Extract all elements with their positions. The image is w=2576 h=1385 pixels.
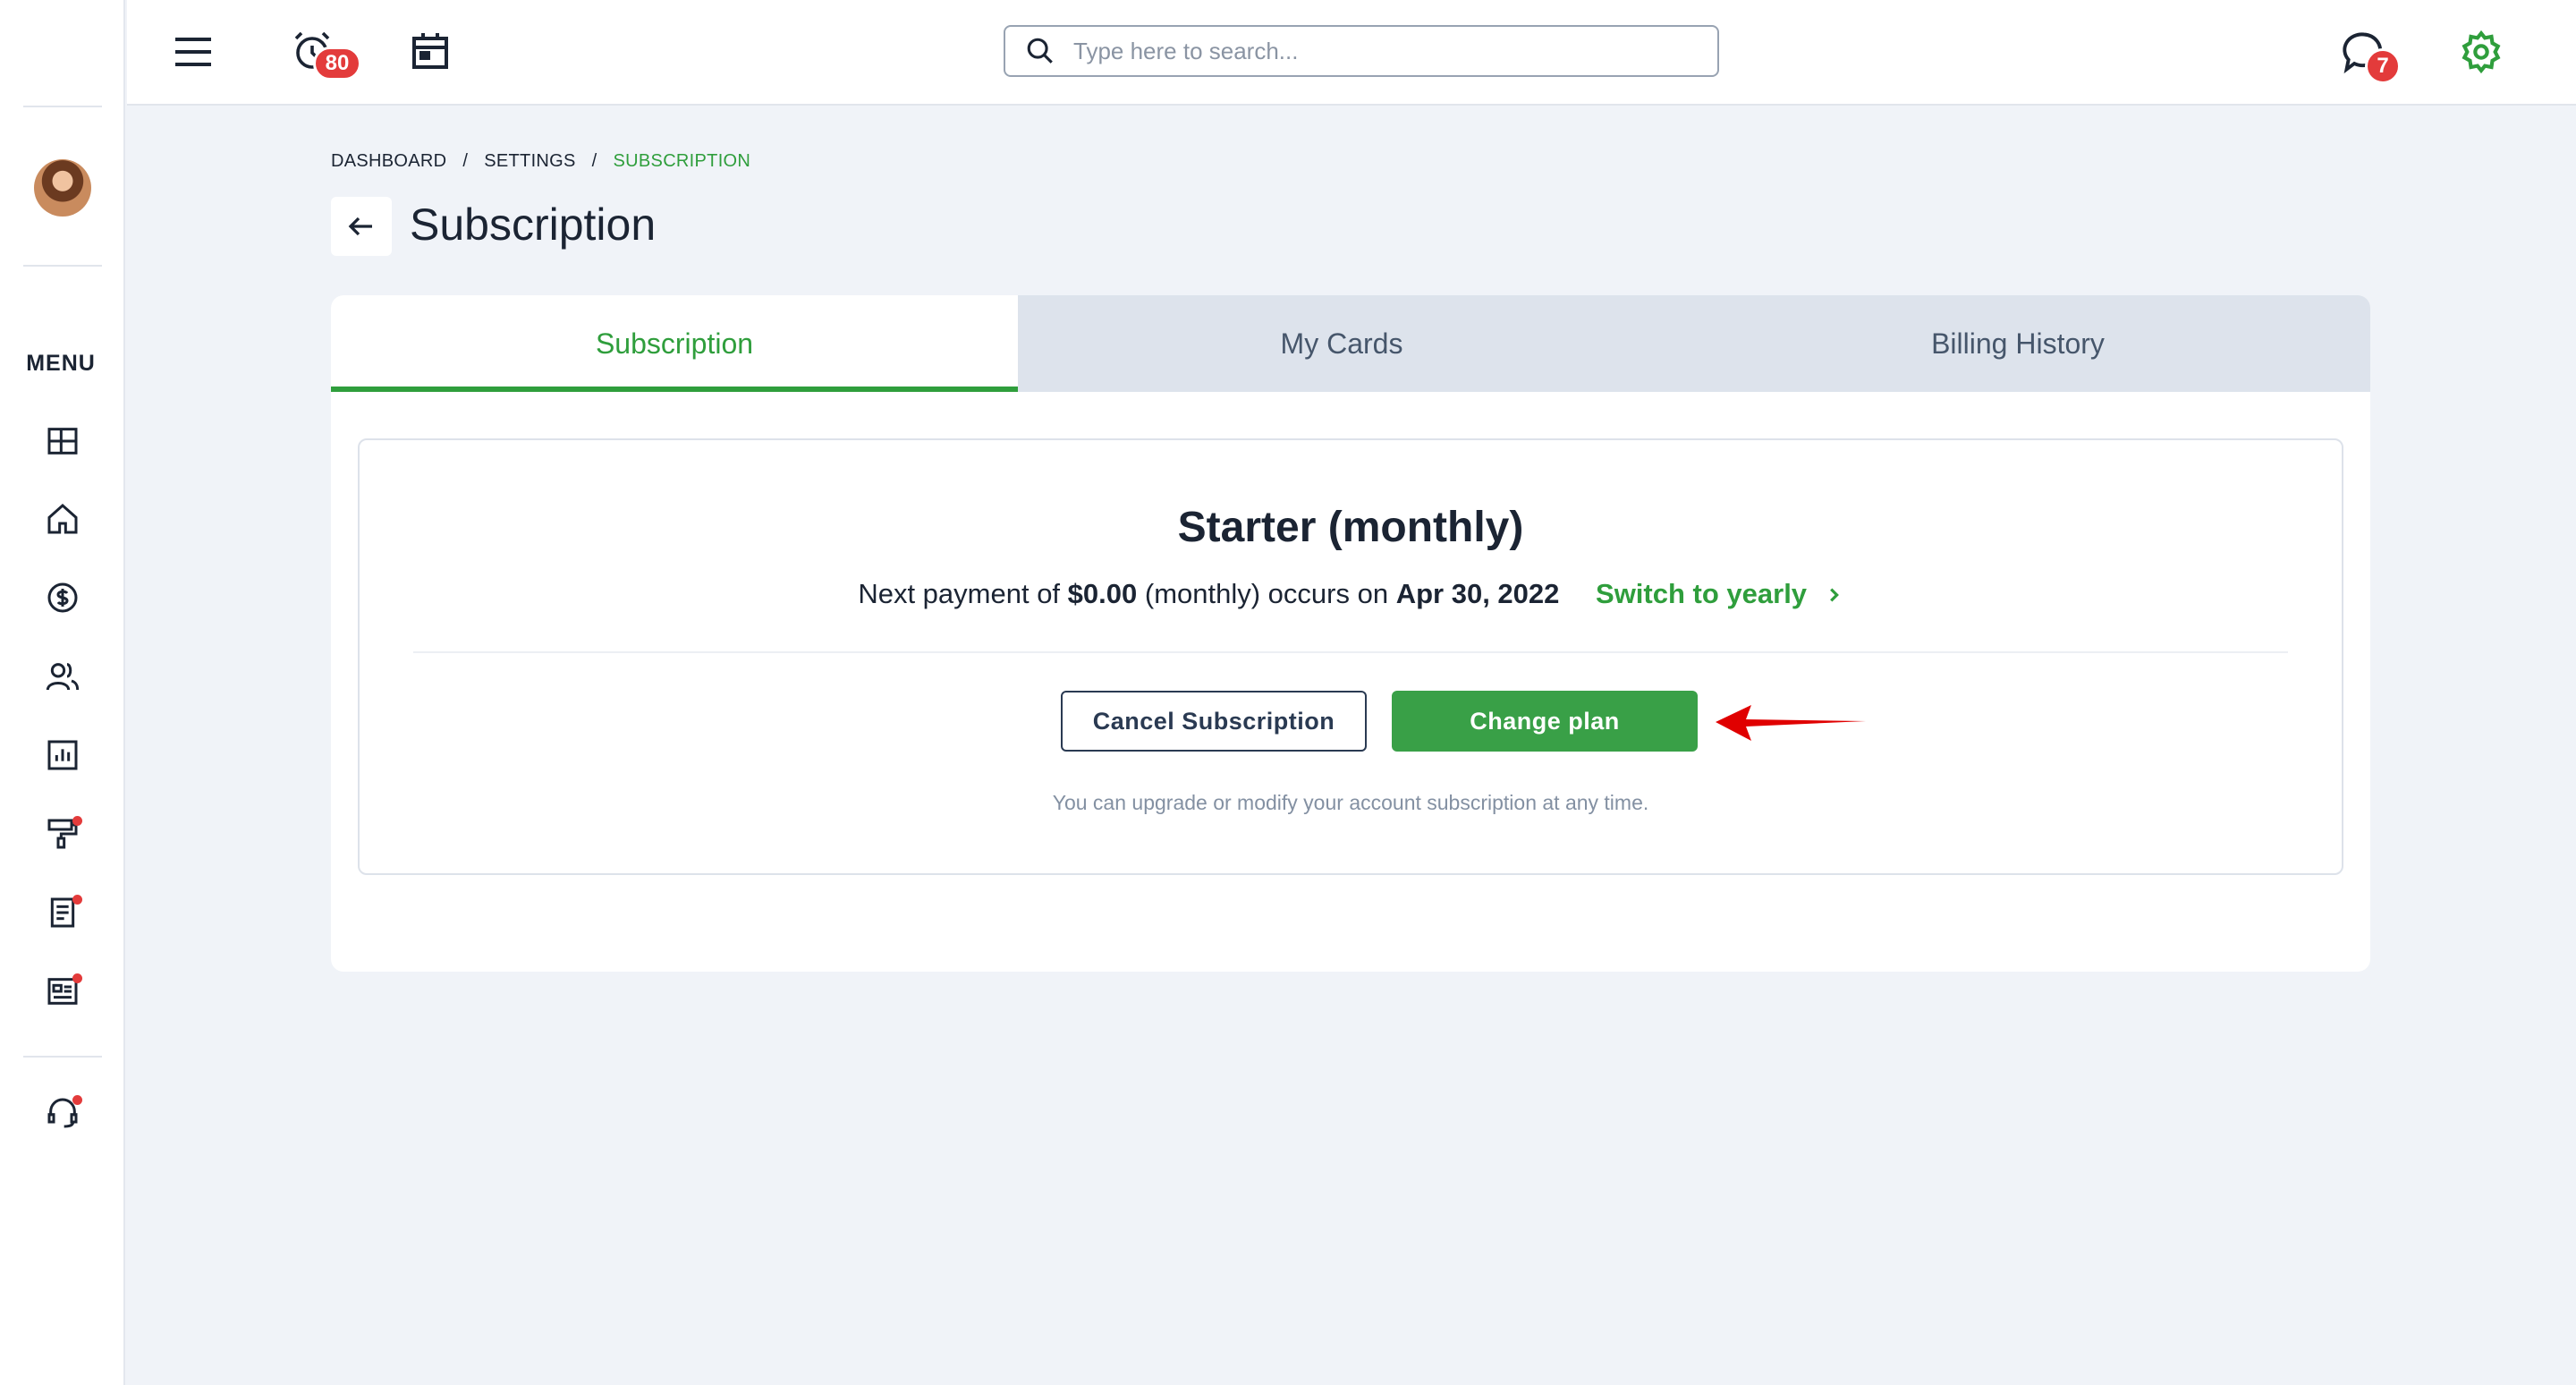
hamburger-menu-button[interactable] [170, 30, 216, 73]
cancel-subscription-button[interactable]: Cancel Subscription [1061, 691, 1367, 752]
settings-button[interactable] [2456, 27, 2506, 77]
switch-to-yearly-label: Switch to yearly [1596, 578, 1808, 609]
sidebar-item-projects[interactable] [43, 814, 82, 854]
notification-dot [72, 895, 82, 905]
sidebar-item-home[interactable] [43, 499, 82, 539]
tab-bar: Subscription My Cards Billing History [331, 295, 2370, 392]
chat-button[interactable]: 7 [2338, 27, 2401, 84]
avatar[interactable] [34, 159, 91, 217]
hamburger-icon [175, 38, 211, 66]
notification-dot [72, 1095, 82, 1105]
calendar-button[interactable] [406, 27, 454, 75]
dollar-icon [47, 582, 78, 613]
sidebar-divider [23, 106, 102, 107]
notification-dot [72, 973, 82, 983]
sidebar-item-reports[interactable] [43, 735, 82, 775]
payment-prefix: Next payment of [858, 578, 1061, 609]
sidebar-divider [23, 265, 102, 267]
chat-badge: 7 [2365, 48, 2401, 84]
top-bar: 80 7 [127, 0, 2576, 106]
change-plan-button[interactable]: Change plan [1392, 691, 1698, 752]
payment-middle: (monthly) occurs on [1144, 578, 1389, 609]
reports-icon [47, 740, 78, 770]
alarm-button[interactable]: 80 [288, 27, 361, 81]
breadcrumb-separator: / [462, 151, 469, 171]
sidebar-item-documents[interactable] [43, 893, 82, 932]
subscription-note: You can upgrade or modify your account s… [1052, 791, 1649, 814]
payment-info: Next payment of $0.00 (monthly) occurs o… [360, 578, 2342, 610]
breadcrumb-separator: / [591, 151, 597, 171]
subscription-card: Subscription My Cards Billing History St… [331, 295, 2370, 972]
plan-name: Starter (monthly) [1177, 504, 1524, 551]
annotation-arrow-icon [1716, 705, 1866, 741]
divider [413, 651, 2288, 653]
arrow-left-icon [348, 217, 372, 236]
menu-label: MENU [26, 351, 96, 376]
search-icon [1027, 38, 1053, 64]
sidebar-divider [23, 1056, 102, 1058]
breadcrumb-subscription: SUBSCRIPTION [613, 151, 751, 171]
breadcrumb: DASHBOARD / SETTINGS / SUBSCRIPTION [331, 151, 750, 172]
search-bar[interactable] [1004, 25, 1719, 77]
payment-amount: $0.00 [1067, 578, 1138, 609]
notification-dot [72, 816, 82, 826]
sidebar-item-users[interactable] [43, 657, 82, 696]
calendar-icon [412, 33, 448, 69]
tab-subscription[interactable]: Subscription [331, 295, 1018, 392]
gear-icon [2462, 30, 2501, 74]
sidebar: MENU [0, 0, 125, 1385]
tab-billing-history[interactable]: Billing History [1665, 295, 2370, 392]
home-icon [47, 503, 78, 534]
sidebar-item-news[interactable] [43, 972, 82, 1011]
sidebar-item-billing[interactable] [43, 578, 82, 617]
back-button[interactable] [331, 197, 392, 256]
switch-to-yearly-link[interactable]: Switch to yearly [1596, 578, 1843, 609]
dashboard-icon [47, 428, 78, 455]
breadcrumb-dashboard[interactable]: DASHBOARD [331, 151, 446, 172]
sidebar-item-support[interactable] [43, 1093, 82, 1133]
alarm-badge: 80 [313, 47, 361, 81]
chevron-right-icon [1829, 588, 1839, 602]
breadcrumb-settings[interactable]: SETTINGS [484, 151, 575, 172]
search-input[interactable] [1073, 37, 1699, 65]
payment-date: Apr 30, 2022 [1395, 578, 1560, 609]
plan-panel: Starter (monthly) Next payment of $0.00 … [358, 438, 2343, 875]
sidebar-item-dashboard[interactable] [43, 421, 82, 461]
tab-my-cards[interactable]: My Cards [1018, 295, 1665, 392]
page-title: Subscription [410, 200, 657, 250]
users-icon [46, 663, 80, 691]
